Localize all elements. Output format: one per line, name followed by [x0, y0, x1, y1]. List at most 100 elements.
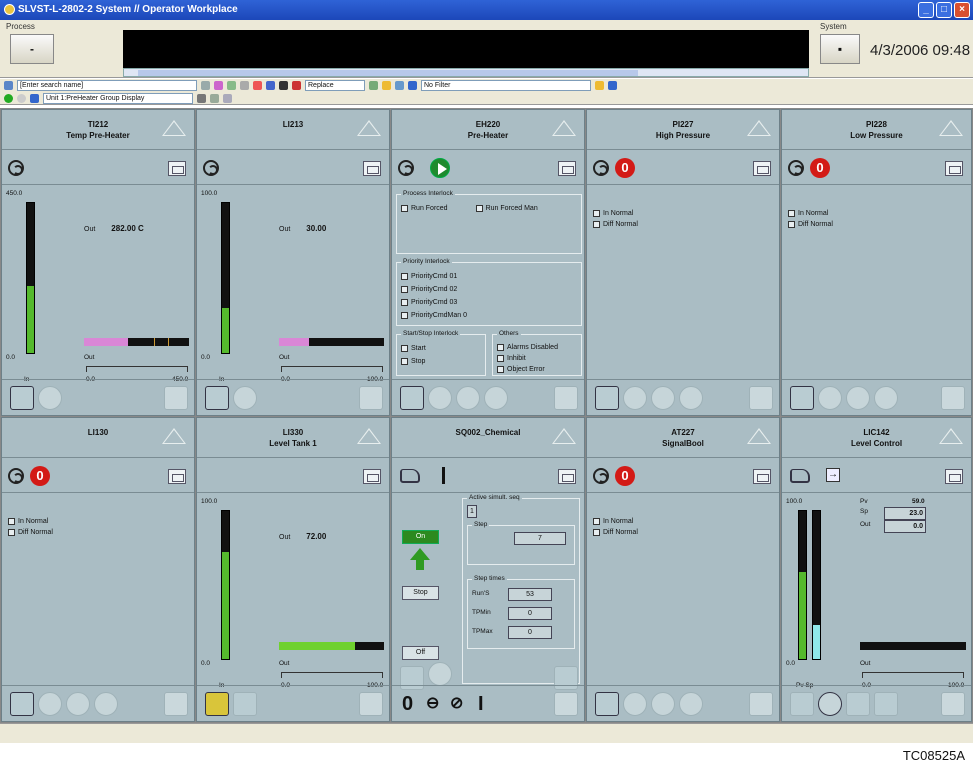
- interlock-mode-icon[interactable]: [679, 386, 703, 410]
- refresh-icon[interactable]: [608, 81, 617, 90]
- manual-hand-icon[interactable]: [205, 386, 229, 410]
- start-checkbox[interactable]: Start: [401, 343, 481, 353]
- sp-value[interactable]: 23.0: [884, 507, 926, 520]
- off-mode-icon[interactable]: [846, 386, 870, 410]
- maximize-button[interactable]: □: [936, 2, 952, 18]
- off-mode-icon[interactable]: [651, 386, 675, 410]
- priority-cmd-checkbox[interactable]: PriorityCmdMan 0: [401, 310, 577, 320]
- interlock-mode-icon[interactable]: [874, 386, 898, 410]
- in-normal-checkbox[interactable]: In Normal: [788, 208, 833, 218]
- manual-hand-icon[interactable]: [595, 386, 619, 410]
- auto-mode-icon[interactable]: [428, 386, 452, 410]
- in-normal-checkbox[interactable]: In Normal: [8, 516, 53, 526]
- print-icon[interactable]: [395, 81, 404, 90]
- collapse-triangle-icon[interactable]: [162, 120, 186, 136]
- tools-icon[interactable]: [292, 81, 301, 90]
- off-mode-icon[interactable]: [456, 386, 480, 410]
- out-value[interactable]: 0.0: [884, 520, 926, 533]
- zero-button[interactable]: 0: [402, 691, 413, 717]
- open-faceplate-icon[interactable]: [168, 161, 186, 176]
- collapse-triangle-icon[interactable]: [552, 120, 576, 136]
- view-icon[interactable]: [240, 81, 249, 90]
- object-icon[interactable]: [214, 81, 223, 90]
- manual-hand-icon[interactable]: [790, 469, 810, 483]
- collapse-triangle-icon[interactable]: [357, 120, 381, 136]
- enter-icon[interactable]: →: [826, 468, 840, 482]
- event-list-icon[interactable]: [266, 81, 275, 90]
- open-faceplate-icon[interactable]: [558, 161, 576, 176]
- faceplate-icon[interactable]: [593, 468, 609, 484]
- open-faceplate-icon[interactable]: [558, 469, 576, 484]
- help-icon[interactable]: [408, 81, 417, 90]
- display-path-select[interactable]: Unit 1:PreHeater Group Display: [43, 92, 193, 104]
- faceplate-icon[interactable]: [8, 468, 24, 484]
- faceplate-icon[interactable]: [593, 160, 609, 176]
- on-button[interactable]: On: [402, 530, 439, 544]
- auto-mode-icon[interactable]: [233, 386, 257, 410]
- return-icon[interactable]: [554, 692, 578, 716]
- collapse-triangle-icon[interactable]: [939, 120, 963, 136]
- diff-normal-checkbox[interactable]: Diff Normal: [593, 219, 638, 229]
- run-forced-checkbox[interactable]: Run Forced: [401, 203, 448, 213]
- collapse-triangle-icon[interactable]: [162, 428, 186, 444]
- diff-normal-checkbox[interactable]: Diff Normal: [788, 219, 833, 229]
- return-icon[interactable]: [554, 386, 578, 410]
- one-button[interactable]: I: [478, 691, 484, 717]
- open-faceplate-icon[interactable]: [363, 161, 381, 176]
- auto-mode-icon[interactable]: [623, 692, 647, 716]
- in-normal-checkbox[interactable]: In Normal: [593, 516, 638, 526]
- aspect-icon[interactable]: [201, 81, 210, 90]
- filter-select[interactable]: No Filter: [421, 80, 591, 91]
- collapse-triangle-icon[interactable]: [552, 428, 576, 444]
- faceplate-icon[interactable]: [203, 160, 219, 176]
- graphic-icon[interactable]: [227, 81, 236, 90]
- open-faceplate-icon[interactable]: [168, 469, 186, 484]
- diff-normal-checkbox[interactable]: Diff Normal: [593, 527, 638, 537]
- manual-hand-icon[interactable]: [10, 692, 34, 716]
- return-icon[interactable]: [749, 692, 773, 716]
- auto-mode-icon[interactable]: [818, 692, 842, 716]
- return-icon[interactable]: [941, 692, 965, 716]
- stop-button[interactable]: Stop: [402, 586, 439, 600]
- scrollbar-thumb[interactable]: [138, 70, 638, 76]
- alarm-list-icon[interactable]: [253, 81, 262, 90]
- settings-icon[interactable]: [595, 81, 604, 90]
- pin-icon[interactable]: [210, 93, 219, 103]
- alarm-scrollbar[interactable]: [123, 68, 809, 77]
- off-mode-icon[interactable]: [651, 692, 675, 716]
- priority-cmd-checkbox[interactable]: PriorityCmd 03: [401, 297, 577, 307]
- off-mode-icon[interactable]: [66, 692, 90, 716]
- return-icon[interactable]: [749, 386, 773, 410]
- interlock-mode-icon[interactable]: [679, 692, 703, 716]
- open-faceplate-icon[interactable]: [945, 161, 963, 176]
- auto-mode-icon[interactable]: [38, 692, 62, 716]
- search-input[interactable]: [Enter search name]: [17, 80, 197, 91]
- object-error-checkbox[interactable]: Object Error: [497, 364, 577, 374]
- collapse-triangle-icon[interactable]: [747, 120, 771, 136]
- faceplate-icon[interactable]: [8, 160, 24, 176]
- return-icon[interactable]: [359, 692, 383, 716]
- return-icon[interactable]: [164, 692, 188, 716]
- faceplate-icon[interactable]: [428, 662, 452, 686]
- trend-icon[interactable]: [279, 81, 288, 90]
- open-faceplate-icon[interactable]: [945, 469, 963, 484]
- open-faceplate-icon[interactable]: [753, 161, 771, 176]
- external-icon[interactable]: [874, 692, 898, 716]
- diff-normal-checkbox[interactable]: Diff Normal: [8, 527, 53, 537]
- replace-select[interactable]: Replace: [305, 80, 365, 91]
- interlock-mode-icon[interactable]: [94, 692, 118, 716]
- collapse-triangle-icon[interactable]: [357, 428, 381, 444]
- lock-icon[interactable]: [197, 93, 206, 103]
- save-icon[interactable]: [369, 81, 378, 90]
- manual-hand-icon[interactable]: [790, 386, 814, 410]
- off-button[interactable]: Off: [402, 646, 439, 660]
- inhibit-checkbox[interactable]: Inhibit: [497, 353, 577, 363]
- back-icon[interactable]: [4, 93, 13, 103]
- return-icon[interactable]: [164, 386, 188, 410]
- priority-cmd-checkbox[interactable]: PriorityCmd 01: [401, 271, 577, 281]
- open-faceplate-icon[interactable]: [753, 469, 771, 484]
- manual-hand-icon[interactable]: [400, 386, 424, 410]
- interlock-mode-icon[interactable]: [484, 386, 508, 410]
- forward-icon[interactable]: [17, 93, 26, 103]
- alarms-disabled-checkbox[interactable]: Alarms Disabled: [497, 342, 577, 352]
